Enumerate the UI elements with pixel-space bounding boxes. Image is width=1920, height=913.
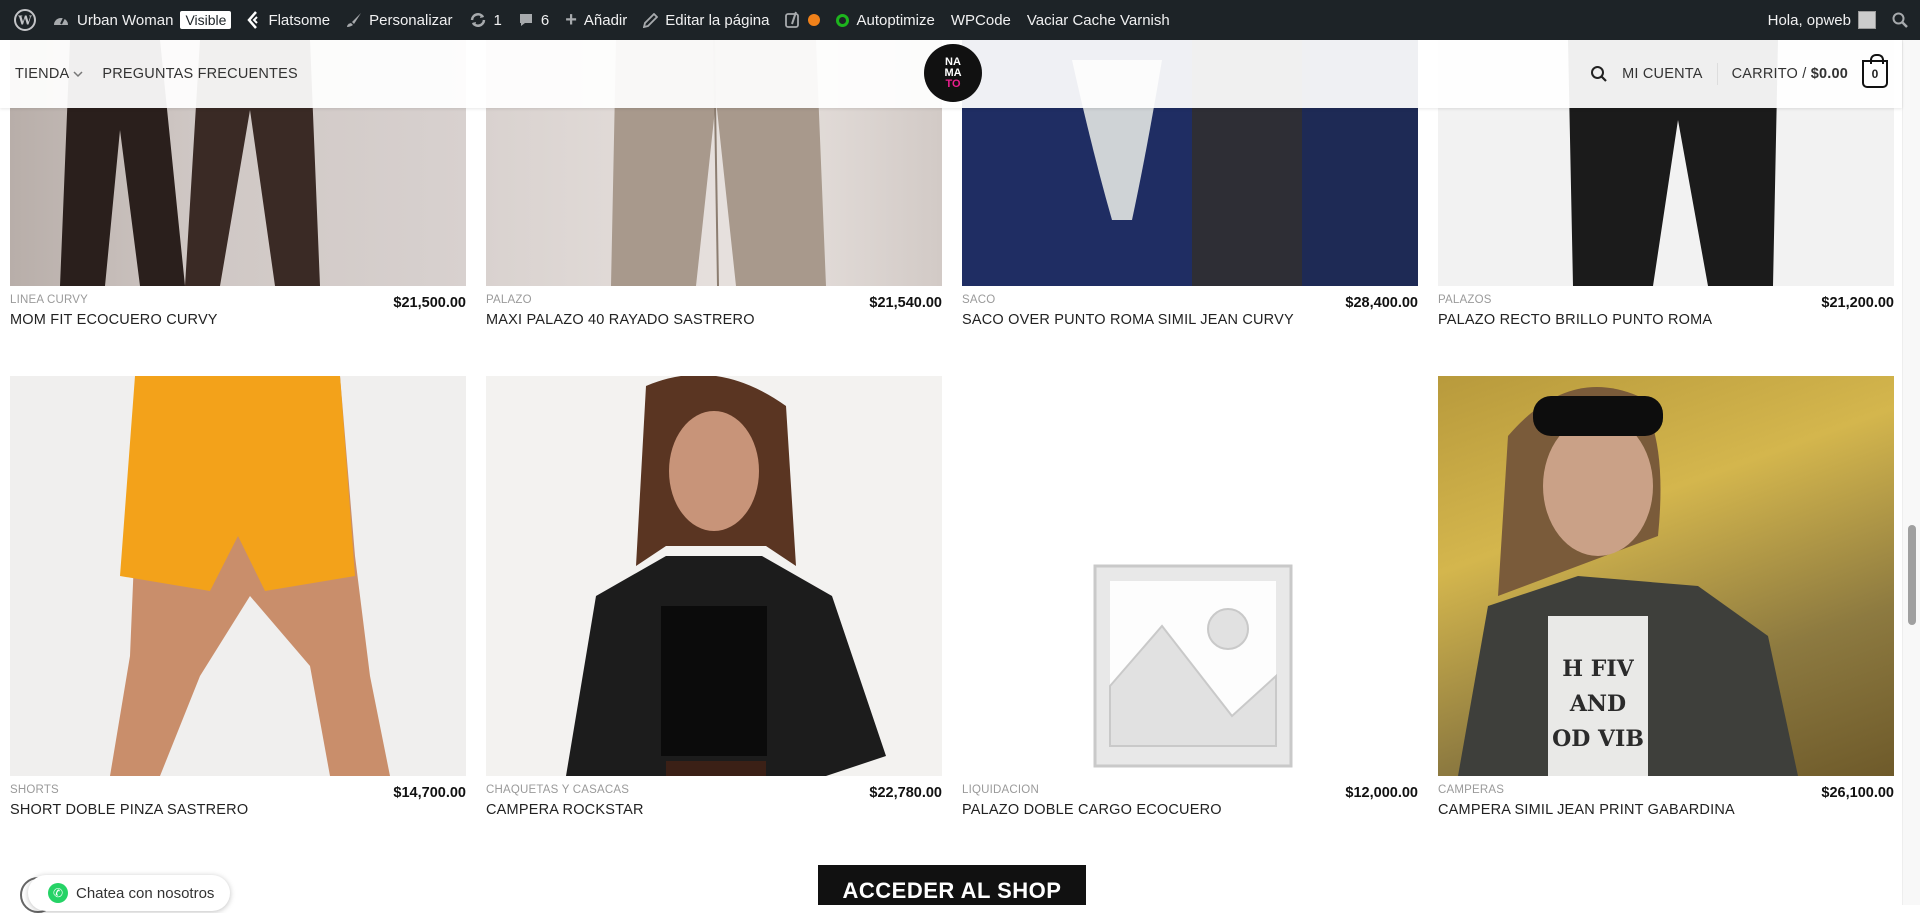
product-category[interactable]: SACO [962,294,995,306]
customize-label: Personalizar [369,11,453,29]
chat-label: Chatea con nosotros [76,884,215,902]
varnish-label: Vaciar Cache Varnish [1026,11,1170,29]
autoptimize-status-icon [836,13,850,27]
comments-menu[interactable]: 6 [510,0,557,40]
logo-line: MA [944,66,962,79]
svg-text:OD VIB: OD VIB [1552,726,1644,752]
scrollbar[interactable] [1902,40,1920,905]
edit-page-link[interactable]: Editar la página [635,0,777,40]
product-image[interactable] [962,376,1418,776]
product-title[interactable]: PALAZO RECTO BRILLO PUNTO ROMA [1438,312,1712,328]
updates-count: 1 [493,11,502,29]
avatar [1858,11,1876,29]
product-category[interactable]: PALAZOS [1438,294,1492,306]
product-title[interactable]: MAXI PALAZO 40 RAYADO SASTRERO [486,312,755,328]
product-price: $14,700.00 [393,785,466,801]
paintbrush-icon [347,13,362,27]
product-image[interactable] [486,376,942,776]
cart-count: 0 [1871,67,1879,81]
svg-text:AND: AND [1569,691,1626,717]
plus-icon: + [565,8,577,31]
my-account-link[interactable]: MI CUENTA [1622,66,1702,82]
nav-tienda-label: TIENDA [15,66,70,82]
product-category[interactable]: CHAQUETAS Y CASACAS [486,784,629,796]
wordpress-logo-icon[interactable]: W [6,0,44,40]
nav-preguntas-frecuentes[interactable]: PREGUNTAS FRECUENTES [102,66,297,82]
updates-icon [470,13,485,27]
nav-tienda[interactable]: TIENDA [15,66,84,82]
cart-count-icon[interactable]: 0 [1862,54,1888,88]
product-price: $21,200.00 [1821,295,1894,311]
cart-label: CARRITO / [1731,66,1807,82]
chevron-down-icon [73,71,83,78]
dashboard-icon [54,17,68,25]
yoast-menu[interactable] [777,0,828,40]
product-price: $21,540.00 [869,295,942,311]
autoptimize-menu[interactable]: Autoptimize [828,0,942,40]
edit-page-label: Editar la página [665,11,770,29]
product-price: $12,000.00 [1345,785,1418,801]
customize-menu[interactable]: Personalizar [338,0,460,40]
product-category[interactable]: LINEA CURVY [10,294,88,306]
flatsome-icon [247,11,259,29]
product-image[interactable]: H FIV AND OD VIB [1438,376,1894,776]
product-title[interactable]: CAMPERA ROCKSTAR [486,802,644,818]
pencil-icon [643,12,659,28]
flatsome-label: Flatsome [268,11,331,29]
product-title[interactable]: MOM FIT ECOCUERO CURVY [10,312,218,328]
updates-menu[interactable]: 1 [461,0,510,40]
product-title[interactable]: SHORT DOBLE PINZA SASTRERO [10,802,248,818]
wp-admin-bar: W Urban Woman Visible Flatsome Personali… [0,0,1920,40]
autoptimize-label: Autoptimize [856,11,935,29]
site-header: TIENDA PREGUNTAS FRECUENTES NA MA TO MI … [0,40,1902,108]
cart-total: $0.00 [1810,66,1848,82]
logo-line: TO [945,77,961,90]
comments-count: 6 [540,11,550,29]
flatsome-menu[interactable]: Flatsome [239,0,338,40]
greeting: Hola, opweb [1767,11,1851,29]
wpcode-label: WPCode [950,11,1011,29]
product-category[interactable]: CAMPERAS [1438,784,1504,796]
logo-line: NA [945,55,961,68]
product-price: $21,500.00 [393,295,466,311]
product-title[interactable]: PALAZO DOBLE CARGO ECOCUERO [962,802,1222,818]
search-icon [1892,12,1908,28]
whatsapp-chat-button[interactable]: ✆ Chatea con nosotros [28,875,231,911]
product-price: $22,780.00 [869,785,942,801]
varnish-purge-link[interactable]: Vaciar Cache Varnish [1019,0,1178,40]
access-shop-button[interactable]: ACCEDER AL SHOP [818,865,1086,905]
site-name: Urban Woman [77,11,174,29]
admin-search-button[interactable] [1884,0,1920,40]
comment-icon [519,14,532,26]
site-logo[interactable]: NA MA TO [924,44,982,102]
divider [1716,63,1718,85]
product-title[interactable]: SACO OVER PUNTO ROMA SIMIL JEAN CURVY [962,312,1294,328]
yoast-icon [785,11,800,28]
site-name-menu[interactable]: Urban Woman Visible [44,0,239,40]
scrollbar-thumb[interactable] [1908,525,1916,625]
cart-link[interactable]: CARRITO / $0.00 [1732,66,1848,82]
my-account-menu[interactable]: Hola, opweb [1760,0,1884,40]
product-title[interactable]: CAMPERA SIMIL JEAN PRINT GABARDINA [1438,802,1735,818]
add-new-menu[interactable]: + Añadir [557,0,635,40]
product-category[interactable]: SHORTS [10,784,59,796]
whatsapp-icon: ✆ [48,883,68,903]
product-image[interactable] [10,376,466,776]
visible-badge: Visible [180,11,232,29]
svg-text:H FIV: H FIV [1562,656,1634,682]
product-price: $28,400.00 [1345,295,1418,311]
wpcode-menu[interactable]: WPCode [943,0,1019,40]
product-price: $26,100.00 [1821,785,1894,801]
product-category[interactable]: LIQUIDACION [962,784,1039,796]
svg-text:W: W [17,14,32,28]
seo-status-dot-icon [808,14,821,26]
add-new-label: Añadir [583,11,628,29]
placeholder-image-icon [1093,564,1293,768]
search-icon[interactable] [1590,65,1608,83]
product-category[interactable]: PALAZO [486,294,532,306]
